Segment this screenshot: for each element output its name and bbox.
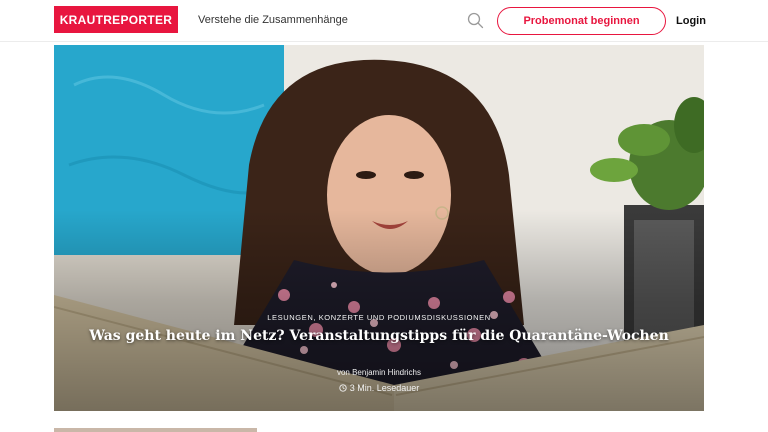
hero-caption: Lesungen, Konzerte und Podiumsdiskussion… bbox=[54, 313, 704, 393]
site-header: KRAUTREPORTER Verstehe die Zusammenhänge… bbox=[0, 0, 768, 42]
article-category[interactable]: Lesungen, Konzerte und Podiumsdiskussion… bbox=[54, 313, 704, 322]
read-time: 3 Min. Lesedauer bbox=[54, 383, 704, 393]
clock-icon bbox=[339, 384, 347, 392]
tagline: Verstehe die Zusammenhänge bbox=[198, 14, 348, 26]
start-trial-button[interactable]: Probemonat beginnen bbox=[497, 7, 666, 35]
krautreporter-logo[interactable]: KRAUTREPORTER bbox=[54, 6, 178, 33]
next-article-card-peek[interactable] bbox=[54, 428, 257, 432]
login-link[interactable]: Login bbox=[676, 15, 706, 27]
article-title[interactable]: Was geht heute im Netz? Veranstaltungsti… bbox=[54, 328, 704, 344]
hero-article-card[interactable]: Lesungen, Konzerte und Podiumsdiskussion… bbox=[54, 45, 704, 411]
article-byline: von Benjamin Hindrichs bbox=[336, 368, 422, 377]
search-icon[interactable] bbox=[467, 12, 484, 29]
read-time-text: 3 Min. Lesedauer bbox=[349, 383, 420, 393]
